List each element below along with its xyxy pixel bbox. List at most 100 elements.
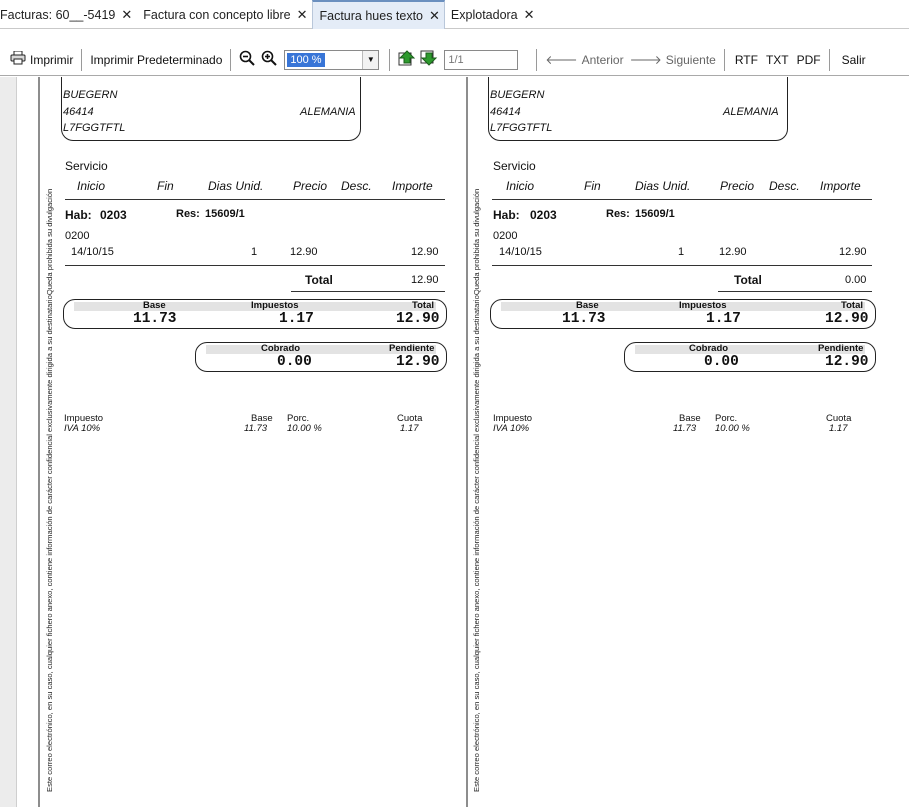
redaction	[522, 227, 682, 241]
summary-total-label: Total	[412, 300, 434, 311]
toolbar-separator	[536, 48, 538, 71]
rtf-label: RTF	[734, 52, 758, 67]
tab-facturas[interactable]: Facturas: 60__-5419 ✕	[0, 0, 137, 29]
hab-label: Hab:	[493, 208, 520, 222]
divider	[65, 199, 445, 200]
preview-left-margin	[0, 77, 17, 807]
column-header: Inicio	[506, 179, 535, 193]
next-button[interactable]: 🡒 Siguiente	[630, 49, 722, 71]
page-down-icon	[420, 50, 438, 69]
column-header: Desc.	[769, 179, 800, 193]
rtf-button[interactable]: RTF	[727, 49, 762, 71]
address-country: ALEMANIA	[300, 106, 356, 118]
redaction	[97, 227, 249, 241]
tax-name: IVA 10%	[64, 423, 101, 434]
tax-base: 11.73	[673, 423, 697, 434]
cobrado-label: Cobrado	[689, 343, 729, 354]
summary-total-value: 12.90	[396, 311, 440, 327]
page-up-button[interactable]	[392, 49, 418, 71]
previous-button[interactable]: 🡐 Anterior	[539, 49, 629, 71]
print-label: Imprimir	[30, 52, 74, 67]
tab-factura-hues-texto[interactable]: Factura hues texto ✕	[312, 0, 445, 29]
divider	[492, 199, 872, 200]
pendiente-value: 12.90	[396, 354, 440, 370]
dropdown-arrow-icon[interactable]: ▼	[362, 50, 379, 69]
address-line: 46414	[490, 106, 521, 118]
close-icon[interactable]: ✕	[297, 7, 308, 23]
line-code: 0200	[493, 230, 518, 242]
tab-label: Factura hues texto	[319, 8, 424, 23]
divider	[492, 265, 872, 266]
column-header: Dias Unid.	[208, 179, 264, 193]
txt-label: TXT	[765, 52, 789, 67]
column-header: Inicio	[77, 179, 106, 193]
close-icon[interactable]: ✕	[121, 7, 132, 23]
address-line: BUEGERN	[63, 89, 118, 101]
line-date: 14/10/15	[71, 246, 114, 258]
res-value: 15609/1	[205, 208, 245, 220]
divider	[291, 291, 445, 292]
invoice-copy: BUEGERN 46414 ALEMANIA L7FGGTFTL Servici…	[61, 77, 481, 807]
total-value: 0.00	[845, 274, 867, 286]
tax-base: 11.73	[244, 423, 268, 434]
tab-label: Explotadora	[450, 7, 518, 22]
zoom-select[interactable]: 100 % ▼	[284, 49, 380, 70]
close-icon[interactable]: ✕	[524, 7, 535, 23]
column-header: Desc.	[341, 179, 372, 193]
line-units: 1	[678, 246, 685, 258]
zoom-in-icon	[261, 50, 278, 69]
print-default-button[interactable]: Imprimir Predeterminado	[84, 49, 228, 71]
tax-percent: 10.00 %	[287, 423, 322, 434]
column-header: Precio	[720, 179, 755, 193]
cobrado-value: 0.00	[704, 354, 739, 370]
tax-percent: 10.00 %	[715, 423, 750, 434]
line-price: 12.90	[719, 246, 747, 258]
line-amount: 12.90	[411, 246, 439, 258]
tax-value: 1.17	[279, 311, 314, 327]
total-label: Total	[734, 273, 762, 287]
base-value: 11.73	[562, 311, 606, 327]
address-country: ALEMANIA	[723, 106, 779, 118]
toolbar-separator	[723, 48, 725, 71]
report-toolbar: Imprimir Imprimir Predeterminado 100 % ▼…	[0, 44, 909, 76]
summary-total-label: Total	[841, 300, 863, 311]
zoom-in-button[interactable]	[258, 49, 280, 71]
pdf-label: PDF	[796, 52, 821, 67]
line-code: 0200	[65, 230, 90, 242]
zoom-out-button[interactable]	[233, 49, 258, 71]
printer-icon	[10, 50, 26, 68]
zoom-out-icon	[239, 50, 256, 69]
tab-label: Factura con concepto libre	[143, 7, 291, 22]
pendiente-label: Pendiente	[818, 343, 864, 354]
page-number-field[interactable]	[444, 49, 519, 70]
address-line: L7FGGTFTL	[490, 122, 553, 134]
total-value: 12.90	[411, 274, 439, 286]
divider	[65, 265, 445, 266]
res-value: 15609/1	[635, 208, 675, 220]
close-icon[interactable]: ✕	[429, 8, 440, 24]
exit-button[interactable]: Salir	[832, 49, 872, 71]
tax-cuota: 1.17	[829, 423, 848, 434]
tab-bar: Facturas: 60__-5419 ✕ Factura con concep…	[0, 0, 909, 29]
summary-total-value: 12.90	[825, 311, 869, 327]
divider	[718, 291, 872, 292]
arrow-left-icon: 🡐	[545, 53, 578, 67]
line-date: 14/10/15	[499, 246, 542, 258]
column-header: Importe	[392, 179, 433, 193]
tab-factura-concepto-libre[interactable]: Factura con concepto libre ✕	[137, 0, 312, 29]
cobrado-label: Cobrado	[261, 343, 301, 354]
column-header: Precio	[293, 179, 328, 193]
hab-label: Hab:	[65, 208, 92, 222]
tab-label: Facturas: 60__-5419	[0, 7, 116, 22]
tab-explotadora[interactable]: Explotadora ✕	[445, 0, 540, 29]
address-line: BUEGERN	[490, 89, 545, 101]
pdf-button[interactable]: PDF	[793, 49, 827, 71]
print-button[interactable]: Imprimir	[0, 49, 79, 71]
line-amount: 12.90	[839, 246, 867, 258]
zoom-value: 100 %	[287, 52, 325, 67]
section-title: Servicio	[65, 159, 108, 173]
tax-cuota: 1.17	[400, 423, 419, 434]
page-down-button[interactable]	[418, 49, 440, 71]
tax-value: 1.17	[706, 311, 741, 327]
txt-button[interactable]: TXT	[762, 49, 793, 71]
